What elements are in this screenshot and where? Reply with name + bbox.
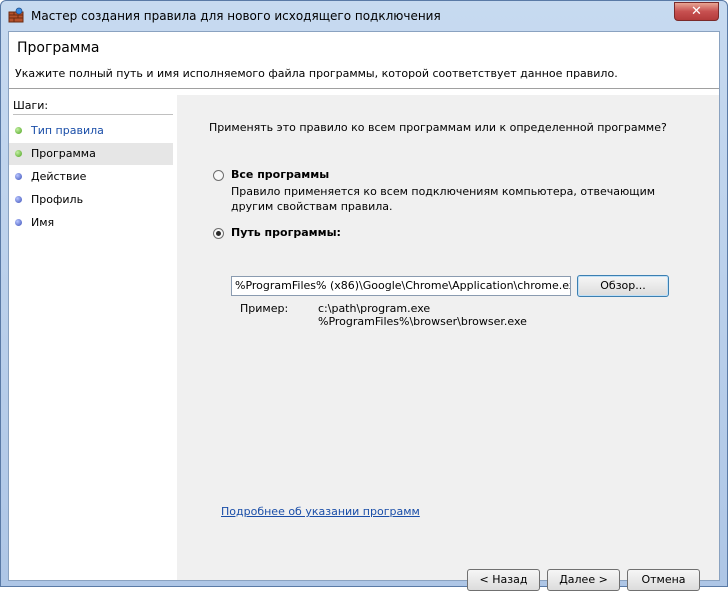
close-icon: ✕ bbox=[691, 4, 702, 19]
steps-heading: Шаги: bbox=[13, 99, 173, 115]
step-done-icon bbox=[15, 127, 22, 134]
scope-question: Применять это правило ко всем программам… bbox=[209, 121, 667, 134]
close-button[interactable]: ✕ bbox=[674, 2, 719, 21]
step-label: Профиль bbox=[31, 193, 84, 206]
step-pending-icon bbox=[15, 173, 22, 180]
content-panel: Применять это правило ко всем программам… bbox=[177, 95, 719, 591]
page-header: Программа Укажите полный путь и имя испо… bbox=[9, 32, 719, 89]
program-path-input[interactable]: %ProgramFiles% (x86)\Google\Chrome\Appli… bbox=[231, 276, 571, 296]
cancel-button[interactable]: Отмена bbox=[627, 569, 700, 591]
step-action: Действие bbox=[9, 166, 173, 188]
page-title: Программа bbox=[17, 40, 100, 56]
step-name: Имя bbox=[9, 212, 173, 234]
step-pending-icon bbox=[15, 219, 22, 226]
step-label: Программа bbox=[31, 147, 96, 160]
all-programs-description: Правило применяется ко всем подключениям… bbox=[231, 185, 656, 213]
title-bar[interactable]: Мастер создания правила для нового исход… bbox=[1, 1, 727, 31]
step-done-icon bbox=[15, 150, 22, 157]
all-programs-radio[interactable] bbox=[213, 170, 224, 181]
next-button[interactable]: Далее > bbox=[547, 569, 620, 591]
example-path-2: %ProgramFiles%\browser\browser.exe bbox=[318, 315, 527, 328]
program-path-label[interactable]: Путь программы: bbox=[231, 226, 341, 239]
steps-panel: Шаги: Тип правила Программа Действие Про… bbox=[9, 95, 176, 580]
step-label: Имя bbox=[31, 216, 55, 229]
help-link[interactable]: Подробнее об указании программ bbox=[221, 505, 420, 518]
back-button[interactable]: < Назад bbox=[467, 569, 540, 591]
step-rule-type[interactable]: Тип правила bbox=[9, 120, 173, 142]
wizard-window: Мастер создания правила для нового исход… bbox=[0, 0, 728, 591]
program-path-radio[interactable] bbox=[213, 228, 224, 239]
example-paths: c:\path\program.exe %ProgramFiles%\brows… bbox=[318, 302, 527, 328]
wizard-client: Программа Укажите полный путь и имя испо… bbox=[8, 31, 720, 591]
example-label: Пример: bbox=[240, 302, 289, 315]
browse-button[interactable]: Обзор... bbox=[577, 275, 669, 297]
step-label: Действие bbox=[31, 170, 87, 183]
step-profile: Профиль bbox=[9, 189, 173, 211]
all-programs-label[interactable]: Все программы bbox=[231, 168, 329, 181]
page-description: Укажите полный путь и имя исполняемого ф… bbox=[15, 67, 618, 80]
step-label: Тип правила bbox=[31, 124, 104, 137]
firewall-rule-icon bbox=[8, 7, 24, 23]
step-program[interactable]: Программа bbox=[9, 143, 173, 165]
example-path-1: c:\path\program.exe bbox=[318, 302, 431, 315]
window-title: Мастер создания правила для нового исход… bbox=[31, 9, 441, 23]
step-pending-icon bbox=[15, 196, 22, 203]
